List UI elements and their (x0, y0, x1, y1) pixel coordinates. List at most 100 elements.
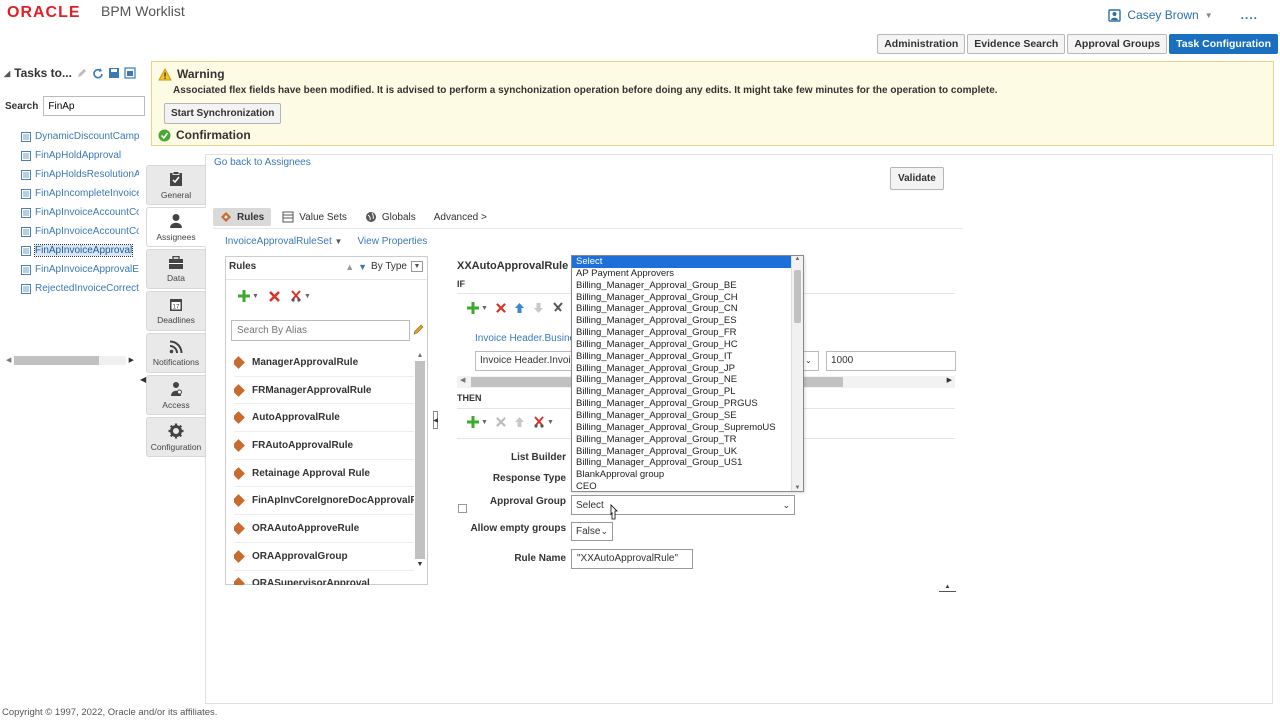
dropdown-option[interactable]: Billing_Manager_Approval_Group_UK (572, 446, 792, 458)
splitter-handle[interactable]: ◀ (433, 411, 438, 429)
collapse-handle[interactable]: ◀ (140, 375, 146, 391)
rule-list-item[interactable]: ORAApprovalGroup (234, 543, 414, 571)
dropdown-option[interactable]: Billing_Manager_Approval_Group_TR (572, 434, 792, 446)
edit-icon[interactable] (76, 67, 88, 79)
task-search-input[interactable] (43, 96, 146, 116)
task-list-item[interactable]: FinApIncompleteInvoiceHo (21, 184, 139, 203)
add-action-icon[interactable]: ▼ (467, 416, 488, 428)
task-list-item[interactable]: FinApHoldsResolutionApp (21, 165, 139, 184)
cut-rule-icon[interactable]: ▼ (290, 290, 311, 302)
rule-name-input[interactable]: "XXAutoApprovalRule" (571, 549, 693, 569)
rule-list-item[interactable]: Retainage Approval Rule (234, 460, 414, 488)
nav-notifications[interactable]: Notifications (146, 333, 206, 373)
rule-search-input[interactable] (231, 320, 410, 341)
delete-action-icon[interactable] (496, 417, 506, 427)
tab-rules[interactable]: Rules (213, 208, 272, 226)
tasks-horizontal-scrollbar[interactable]: ◀ ▶ (6, 354, 134, 366)
dropdown-scrollbar[interactable]: ▲ ▼ (791, 256, 803, 491)
rule-list-item[interactable]: FinApInvCoreIgnoreDocApprovalRul (234, 487, 414, 516)
task-list-item[interactable]: FinApInvoiceAccountCodir (21, 203, 139, 222)
approval-group-checkbox[interactable] (458, 504, 467, 513)
sort-control[interactable]: ▲ ▼ By Type ▼ (345, 261, 423, 272)
add-condition-icon[interactable]: ▼ (467, 302, 488, 314)
dropdown-option[interactable]: Billing_Manager_Approval_Group_SupremoUS (572, 422, 792, 434)
collapse-triangle-icon[interactable]: ◢ (4, 69, 10, 78)
move-action-up-icon[interactable] (514, 416, 525, 428)
ruleset-selector[interactable]: InvoiceApprovalRuleSet ▼ (225, 236, 342, 247)
rule-list-item[interactable]: AutoApprovalRule (234, 404, 414, 433)
nav-data[interactable]: Data (146, 249, 206, 289)
task-list-item[interactable]: FinApInvoiceAccountCodir (21, 222, 139, 241)
cut-action-icon[interactable]: ▼ (533, 416, 554, 428)
rule-list-item[interactable]: ManagerApprovalRule (234, 349, 414, 377)
dropdown-option[interactable]: CEO (572, 481, 792, 491)
dropdown-option[interactable]: Billing_Manager_Approval_Group_PRGUS (572, 398, 792, 410)
task-list-item[interactable]: FinApInvoiceApprovalErro (21, 260, 139, 279)
task-list-item[interactable]: DynamicDiscountCampaig (21, 127, 139, 146)
nav-assignees[interactable]: Assignees (146, 207, 206, 247)
view-properties-link[interactable]: View Properties (357, 236, 427, 247)
dropdown-option[interactable]: BlankApproval group (572, 469, 792, 481)
rule-list-item[interactable]: FRManagerApprovalRule (234, 377, 414, 405)
dropdown-option[interactable]: Billing_Manager_Approval_Group_CH (572, 292, 792, 304)
dropdown-option[interactable]: Select (572, 256, 792, 268)
rule-list-item[interactable]: ORASupervisorApproval (234, 571, 414, 585)
collapse-arrow-icon[interactable]: ▲ (939, 584, 956, 592)
save-icon[interactable] (108, 67, 120, 79)
tab-administration[interactable]: Administration (877, 34, 966, 54)
dropdown-option[interactable]: Billing_Manager_Approval_Group_HC (572, 339, 792, 351)
dropdown-option[interactable]: Billing_Manager_Approval_Group_FR (572, 327, 792, 339)
rule-list-item[interactable]: ORAAutoApproveRule (234, 515, 414, 543)
chevron-down-icon[interactable]: ▼ (1205, 11, 1213, 20)
nav-access[interactable]: Access (146, 375, 206, 415)
delete-rule-icon[interactable] (269, 290, 280, 302)
move-up-icon[interactable] (514, 302, 525, 314)
approval-group-select[interactable]: Select ⌄ (571, 495, 795, 515)
tab-evidence-search[interactable]: Evidence Search (967, 34, 1066, 54)
dropdown-option[interactable]: Billing_Manager_Approval_Group_BE (572, 280, 792, 292)
nav-deadlines[interactable]: 17 Deadlines (146, 291, 206, 331)
task-list-item[interactable]: FinApInvoiceApproval (21, 241, 139, 260)
move-down-icon[interactable] (533, 302, 544, 314)
condition-value-input[interactable]: 1000 (826, 351, 956, 371)
condition-link[interactable]: Invoice Header.Business (475, 333, 585, 344)
refresh-icon[interactable] (92, 67, 104, 79)
dropdown-option[interactable]: Billing_Manager_Approval_Group_SE (572, 410, 792, 422)
dropdown-option[interactable]: Billing_Manager_Approval_Group_NE (572, 374, 792, 386)
sort-desc-icon[interactable]: ▼ (358, 262, 367, 272)
rule-list-item[interactable]: FRAutoApprovalRule (234, 432, 414, 460)
task-list-item[interactable]: RejectedInvoiceCorrection (21, 279, 139, 298)
dropdown-option[interactable]: Billing_Manager_Approval_Group_CN (572, 303, 792, 315)
tab-globals[interactable]: Globals (358, 208, 423, 226)
export-icon[interactable] (124, 67, 136, 79)
sort-dropdown-icon[interactable]: ▼ (411, 261, 423, 272)
pencil-icon[interactable] (412, 323, 425, 336)
cut-condition-icon[interactable] (552, 302, 564, 314)
dropdown-option[interactable]: AP Payment Approvers (572, 268, 792, 280)
dropdown-option[interactable]: Billing_Manager_Approval_Group_US1 (572, 457, 792, 469)
condition-field-input[interactable]: Invoice Header.Invoice (475, 351, 575, 371)
rules-vertical-scrollbar[interactable]: ▲ ▼ (415, 352, 425, 581)
add-rule-icon[interactable]: ▼ (238, 290, 259, 302)
dropdown-option[interactable]: Billing_Manager_Approval_Group_PL (572, 386, 792, 398)
allow-empty-groups-select[interactable]: False ⌄ (571, 522, 613, 541)
go-back-link[interactable]: Go back to Assignees (214, 157, 311, 168)
tab-approval-groups[interactable]: Approval Groups (1067, 34, 1168, 54)
validate-button[interactable]: Validate (890, 167, 944, 190)
nav-general[interactable]: General (146, 165, 206, 205)
task-list-item[interactable]: FinApHoldApproval (21, 146, 139, 165)
user-menu[interactable]: Casey Brown ▼ .... (1108, 8, 1258, 22)
sort-asc-icon[interactable]: ▲ (345, 262, 354, 272)
user-name[interactable]: Casey Brown (1127, 8, 1198, 22)
dropdown-option[interactable]: Billing_Manager_Approval_Group_ES (572, 315, 792, 327)
rule-label: ORAApprovalGroup (252, 550, 348, 562)
tab-value-sets[interactable]: Value Sets (275, 208, 354, 226)
tab-advanced[interactable]: Advanced > (427, 209, 494, 226)
tab-task-configuration[interactable]: Task Configuration (1169, 34, 1278, 54)
delete-condition-icon[interactable] (496, 303, 506, 313)
dropdown-option[interactable]: Billing_Manager_Approval_Group_JP (572, 363, 792, 375)
start-synchronization-button[interactable]: Start Synchronization (164, 103, 282, 124)
dropdown-option[interactable]: Billing_Manager_Approval_Group_IT (572, 351, 792, 363)
nav-configuration[interactable]: Configuration (146, 417, 206, 457)
more-options-icon[interactable]: .... (1241, 8, 1258, 22)
